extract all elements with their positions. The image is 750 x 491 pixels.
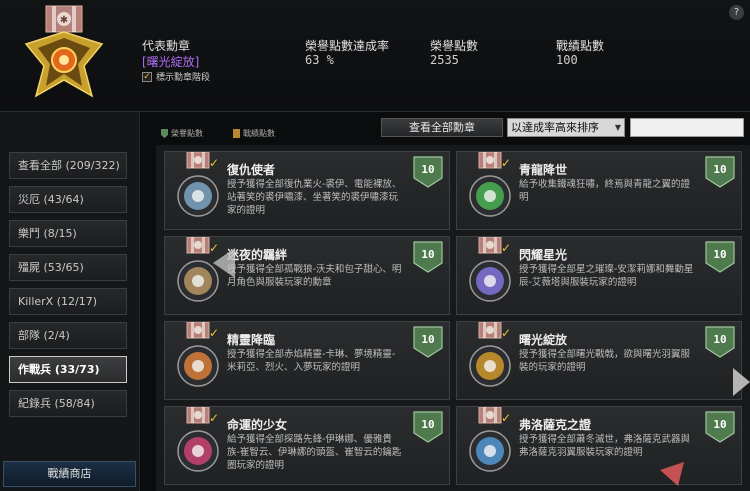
honor-shield-icon [161, 129, 168, 138]
completion-rate-value: 63 % [305, 53, 334, 67]
category-killerx[interactable]: KillerX (12/17) [9, 288, 127, 315]
honor-points-label: 榮譽點數 [430, 39, 479, 53]
view-all-medals-button[interactable]: 查看全部勳章 [381, 118, 503, 137]
show-level-toggle[interactable]: ✓ 標示勳章階段 [142, 70, 210, 83]
svg-text:✱: ✱ [60, 15, 68, 26]
medal-card[interactable]: ✓ 弗洛薩克之證授予獲得全部蕭冬滅世，弗洛薩克武器與弗洛薩克羽翼服裝玩家的證明 10 [456, 406, 742, 485]
medal-points: 10 [713, 333, 727, 346]
completion-rate-label: 榮譽點數達成率 [305, 39, 390, 53]
battle-legend-label: 戰績點數 [243, 129, 275, 138]
help-button[interactable]: ? [729, 5, 744, 20]
medal-description: 授予獲得全部蕭冬滅世，弗洛薩克武器與弗洛薩克羽翼服裝玩家的證明 [519, 434, 691, 458]
medal-description: 授予獲得全部赤焰精靈-卡琳、夢境精靈-米莉亞、烈火、入夢玩家的證明 [227, 349, 396, 373]
left-deco-arrow-icon [213, 248, 235, 278]
medal-points: 10 [421, 163, 435, 176]
collected-check-icon: ✓ [501, 156, 512, 170]
medal-card[interactable]: ✓ 青龍降世給予收集鐵魂狂嘯，終焉與青龍之翼的證明 10 [456, 151, 742, 230]
representative-medal-icon: ✱ [24, 5, 104, 98]
medal-title: 弗洛薩克之證 [519, 418, 592, 432]
collected-check-icon: ✓ [501, 411, 512, 425]
representative-medal-name: [曙光綻放] [142, 55, 200, 69]
battle-flag-icon [233, 129, 240, 138]
medal-card[interactable]: ✓ 曙光綻放授予獲得全部曙光戰戟，欲與曙光羽翼服裝的玩家的證明 10 [456, 321, 742, 400]
medal-description: 授予獲得全部孤戰狼-沃夫和包子甜心、明月角色與服裝玩家的勳章 [227, 264, 402, 288]
medal-points: 10 [421, 248, 435, 261]
honor-points-legend: 榮譽點數 [161, 128, 203, 139]
collected-check-icon: ✓ [209, 326, 220, 340]
medal-points: 10 [713, 163, 727, 176]
medal-card[interactable]: ✓ 閃耀星光授予獲得全部星之璀璨-安潔莉娜和舞動星辰-艾薇塔與服裝玩家的證明 10 [456, 236, 742, 315]
medal-card[interactable]: ✓ 命運的少女給予獲得全部探路先鋒-伊琳娜、優雅貴族-崔智云、伊琳娜的頭盔、崔智云… [164, 406, 450, 485]
medal-title: 命運的少女 [227, 418, 288, 432]
chevron-down-icon: ▼ [614, 123, 621, 132]
category-soldier[interactable]: 作戰兵 (33/73) [9, 356, 127, 383]
profile-header: ✱ ? 代表勳章 [曙光綻放] ✓ 標示勳章階段 榮譽點數達成率 63 % 榮譽… [0, 0, 750, 112]
medal-points: 10 [713, 418, 727, 431]
collected-check-icon: ✓ [501, 241, 512, 255]
medal-title: 曙光綻放 [519, 333, 568, 347]
medal-points: 10 [421, 333, 435, 346]
medal-description: 授予獲得全部復仇業火-裘伊、電能裸放、站著笑的裘伊嘯漆、坐著笑的裘伊嘯漆玩家的證… [227, 179, 402, 216]
right-deco-arrow-icon [733, 368, 750, 396]
show-level-label: 標示勳章階段 [156, 73, 211, 83]
medal-points: 10 [421, 418, 435, 431]
search-input[interactable] [630, 118, 744, 137]
collected-check-icon: ✓ [209, 411, 220, 425]
category-zombie[interactable]: 殭屍 (53/65) [9, 254, 127, 281]
medal-grid: ✓ 復仇使者授予獲得全部復仇業火-裘伊、電能裸放、站著笑的裘伊嘯漆、坐著笑的裘伊嘯… [156, 145, 750, 491]
battle-shop-button[interactable]: 戰績商店 [3, 461, 136, 487]
show-level-checkbox[interactable]: ✓ [142, 71, 152, 82]
category-disaster[interactable]: 災厄 (43/64) [9, 186, 127, 213]
medal-title: 青龍降世 [519, 163, 568, 177]
medal-points: 10 [713, 248, 727, 261]
collected-check-icon: ✓ [209, 156, 220, 170]
medal-title: 閃耀星光 [519, 248, 568, 262]
category-squad[interactable]: 部隊 (2/4) [9, 322, 127, 349]
category-fun-battle[interactable]: 樂鬥 (8/15) [9, 220, 127, 247]
collected-check-icon: ✓ [501, 326, 512, 340]
sort-dropdown[interactable]: 以達成率高來排序 ▼ [507, 118, 625, 137]
sort-dropdown-value: 以達成率高來排序 [511, 121, 599, 134]
honor-legend-label: 榮譽點數 [171, 129, 203, 138]
medal-title: 復仇使者 [227, 163, 276, 177]
medal-description: 給予收集鐵魂狂嘯，終焉與青龍之翼的證明 [519, 179, 691, 203]
medal-title: 精靈降臨 [227, 333, 276, 347]
representative-medal-label: 代表勳章 [142, 39, 191, 53]
battle-points-legend: 戰績點數 [233, 128, 275, 139]
medal-card[interactable]: ✓ 精靈降臨授予獲得全部赤焰精靈-卡琳、夢境精靈-米莉亞、烈火、入夢玩家的證明 10 [164, 321, 450, 400]
category-view-all[interactable]: 查看全部 (209/322) [9, 152, 127, 179]
battle-points-label: 戰績點數 [556, 39, 605, 53]
medal-description: 授予獲得全部曙光戰戟，欲與曙光羽翼服裝的玩家的證明 [519, 349, 691, 373]
category-sidebar: 查看全部 (209/322) 災厄 (43/64) 樂鬥 (8/15) 殭屍 (… [0, 112, 140, 491]
medal-title: 迷夜的羈絆 [227, 248, 288, 262]
battle-points-value: 100 [556, 53, 578, 67]
flag-deco-icon [660, 462, 684, 486]
honor-points-value: 2535 [430, 53, 459, 67]
medal-card[interactable]: ✓ 迷夜的羈絆 授予獲得全部孤戰狼-沃夫和包子甜心、明月角色與服裝玩家的勳章 10 [164, 236, 450, 315]
medal-description: 授予獲得全部星之璀璨-安潔莉娜和舞動星辰-艾薇塔與服裝玩家的證明 [519, 264, 694, 288]
medal-card[interactable]: ✓ 復仇使者授予獲得全部復仇業火-裘伊、電能裸放、站著笑的裘伊嘯漆、坐著笑的裘伊嘯… [164, 151, 450, 230]
medal-description: 給予獲得全部探路先鋒-伊琳娜、優雅貴族-崔智云、伊琳娜的頭盔、崔智云的鑰匙圈玩家… [227, 434, 402, 471]
category-record[interactable]: 紀錄兵 (58/84) [9, 390, 127, 417]
